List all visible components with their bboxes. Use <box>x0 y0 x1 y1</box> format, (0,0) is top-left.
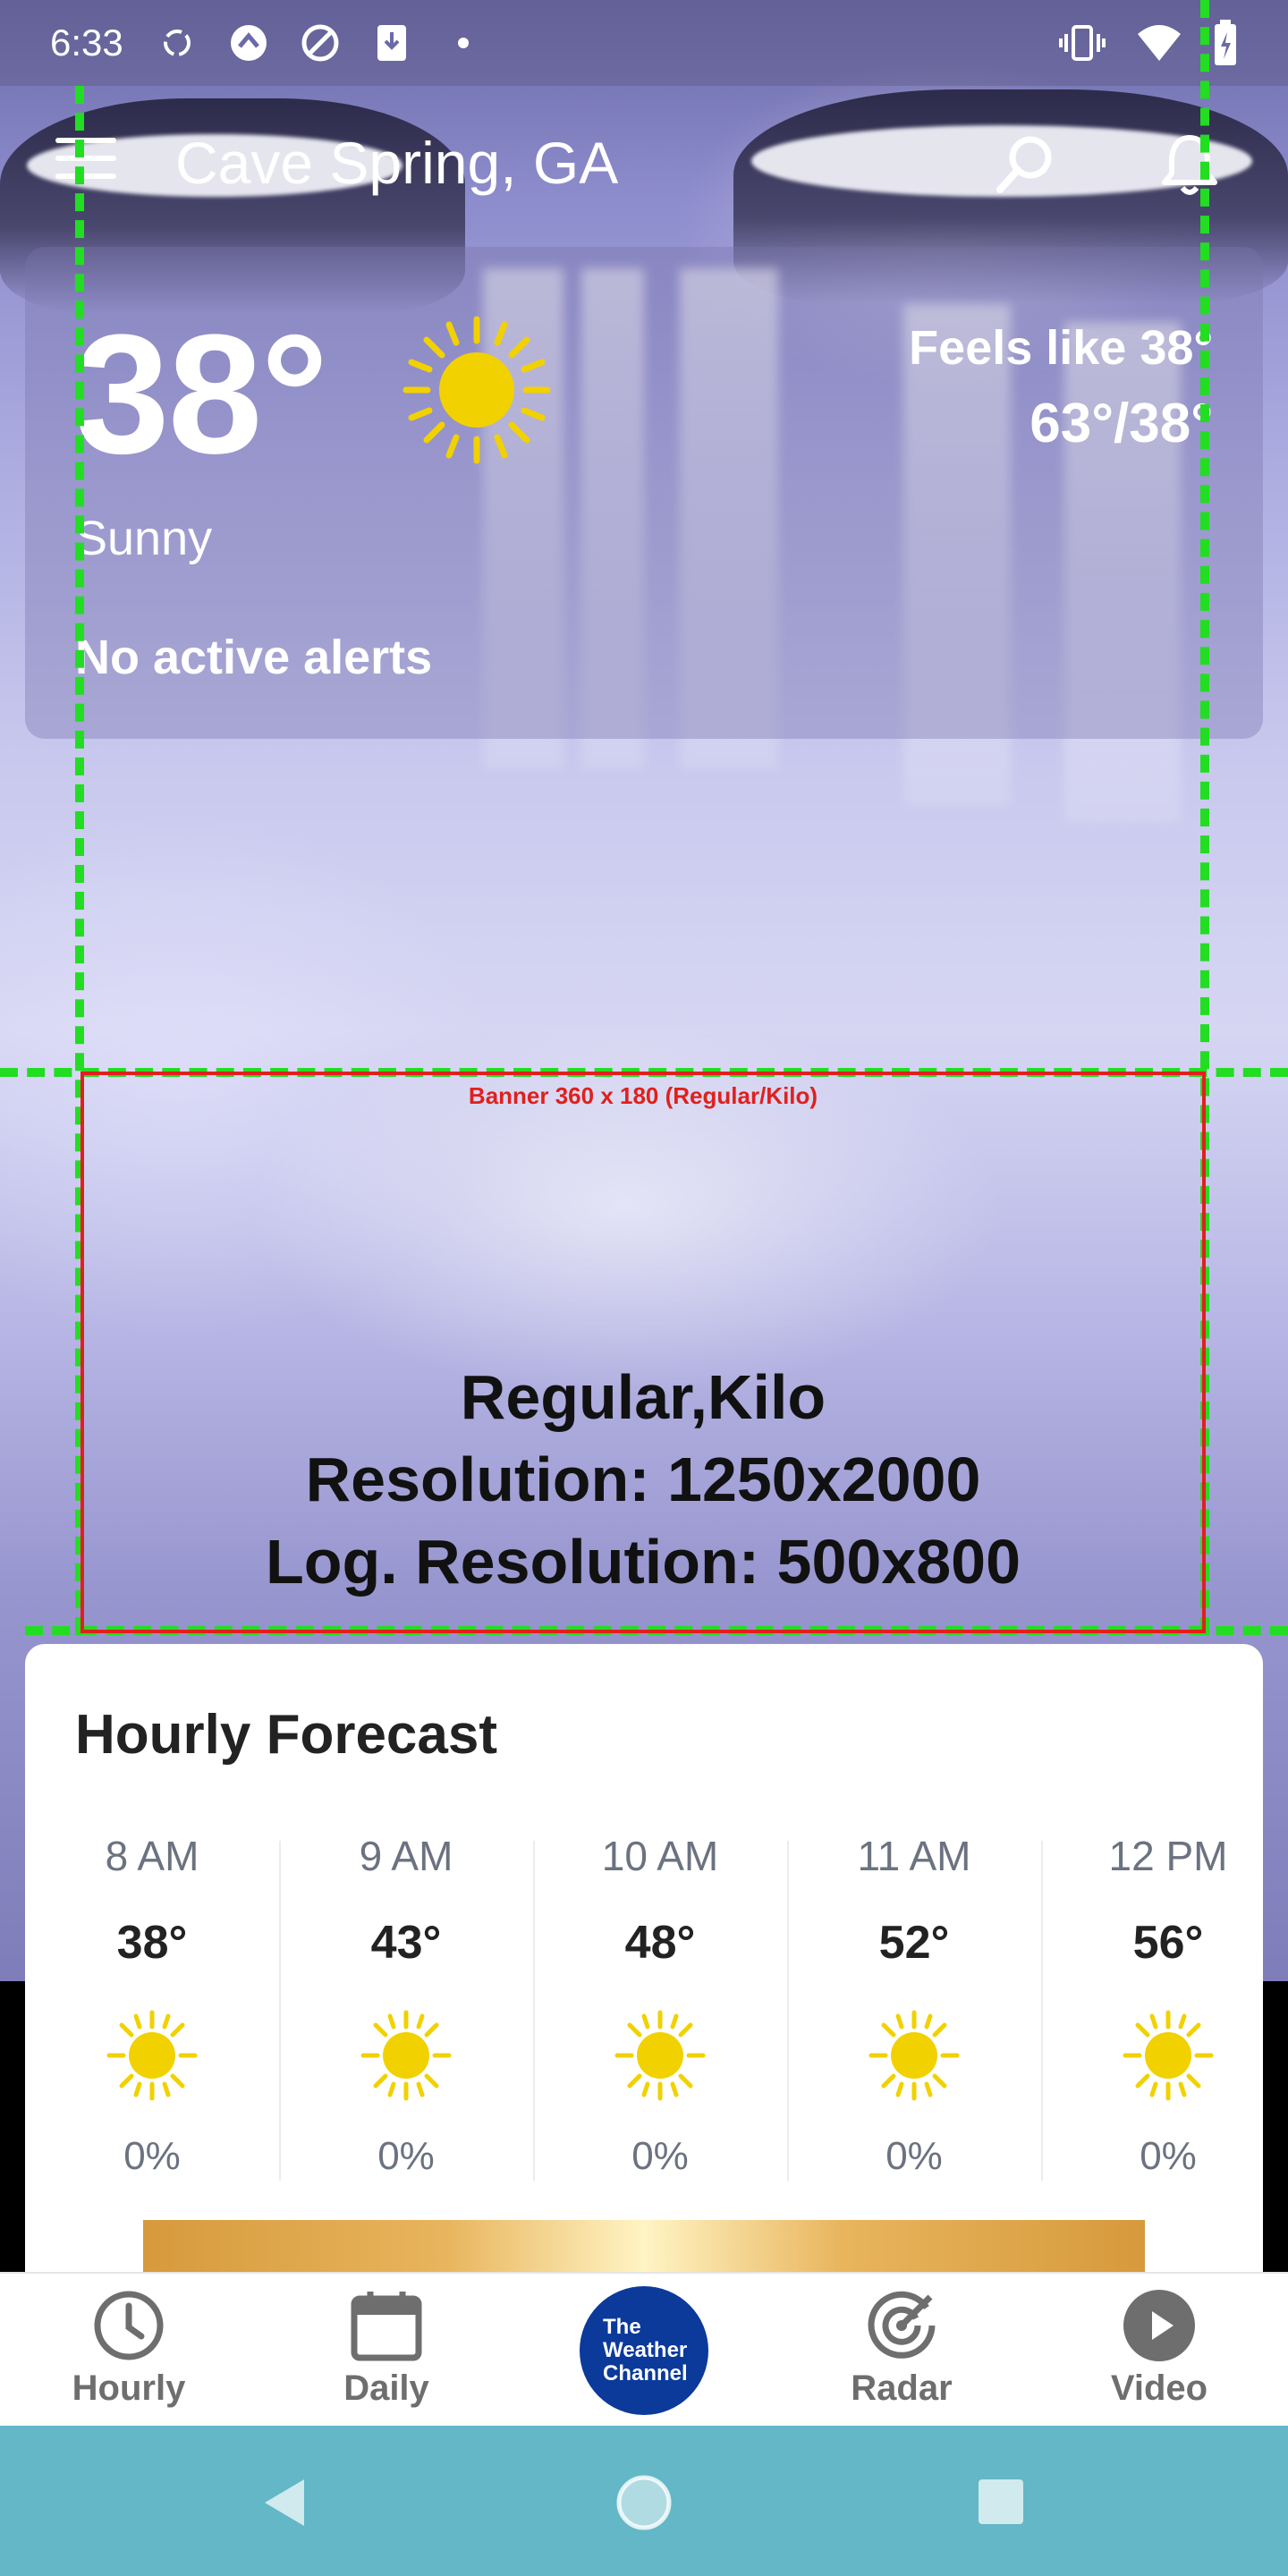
twc-logo-line: Channel <box>603 2361 688 2385</box>
banner-logical-resolution-text: Log. Resolution: 500x800 <box>265 1527 1021 1597</box>
nav-hourly[interactable]: Hourly <box>0 2274 258 2426</box>
hour-time: 10 AM <box>601 1833 719 1879</box>
app-bar: Cave Spring, GA <box>0 86 1288 247</box>
battery-icon <box>1213 20 1238 75</box>
hour-item[interactable]: 11 AM 52° 0% <box>787 1832 1041 2181</box>
nav-radar[interactable]: Radar <box>773 2274 1030 2426</box>
hour-time: 11 AM <box>857 1833 971 1879</box>
hour-precip: 0% <box>1140 2134 1197 2178</box>
condition-text: Sunny <box>75 512 213 565</box>
menu-icon[interactable] <box>55 138 116 188</box>
nav-twc-home[interactable]: The Weather Channel <box>515 2274 773 2426</box>
hour-time: 12 PM <box>1108 1833 1228 1879</box>
hour-temp: 52° <box>878 1917 950 1969</box>
ad-strip-partial[interactable] <box>143 2220 1145 2274</box>
search-icon[interactable] <box>991 131 1059 199</box>
banner-resolution-text: Resolution: 1250x2000 <box>305 1445 981 1514</box>
radar-icon <box>868 2291 936 2359</box>
hour-time: 9 AM <box>359 1833 453 1879</box>
hour-temp: 56° <box>1132 1917 1204 1969</box>
hour-item[interactable]: 8 AM 38° 0% <box>25 1832 279 2179</box>
sun-icon <box>869 2010 960 2101</box>
nav-video[interactable]: Video <box>1030 2274 1288 2426</box>
hour-time: 8 AM <box>105 1833 199 1879</box>
banner-size-label: Banner 360 x 180 (Regular/Kilo) <box>468 1082 818 1109</box>
app-notification-icon <box>229 23 268 63</box>
dot-icon <box>444 23 483 63</box>
current-conditions-card[interactable]: 38° Sunny No active alerts Feels like 38… <box>25 247 1263 739</box>
download-icon <box>372 23 411 63</box>
hour-temp: 38° <box>116 1917 188 1969</box>
bell-icon[interactable] <box>1156 131 1224 199</box>
nav-hourly-label: Hourly <box>72 2368 186 2408</box>
nav-daily-label: Daily <box>343 2368 429 2408</box>
hourly-forecast-title: Hourly Forecast <box>75 1704 498 1766</box>
nav-daily[interactable]: Daily <box>258 2274 515 2426</box>
banner-device-text: Regular,Kilo <box>460 1362 826 1432</box>
sun-icon <box>402 316 551 464</box>
twc-logo-line: The <box>603 2315 641 2339</box>
bottom-navigation: Hourly Daily The Weather Channel Radar V… <box>0 2272 1288 2426</box>
play-icon <box>1123 2290 1195 2361</box>
data-saver-icon <box>301 23 340 63</box>
wifi-icon <box>1136 23 1182 72</box>
hour-precip: 0% <box>631 2134 689 2178</box>
current-temperature: 38° <box>75 300 328 489</box>
alerts-text[interactable]: No active alerts <box>75 630 432 685</box>
sync-icon <box>157 23 197 63</box>
hour-temp: 48° <box>624 1917 696 1969</box>
hour-precip: 0% <box>886 2134 943 2178</box>
clock-icon <box>94 2291 164 2360</box>
hour-item[interactable]: 12 PM 56° 0% <box>1041 1832 1288 2181</box>
location-title[interactable]: Cave Spring, GA <box>175 129 618 197</box>
hour-item[interactable]: 10 AM 48° 0% <box>533 1832 787 2181</box>
status-time: 6:33 <box>50 21 123 64</box>
hour-precip: 0% <box>377 2134 435 2178</box>
nav-video-label: Video <box>1110 2368 1208 2408</box>
status-bar: 6:33 <box>0 0 1288 86</box>
ad-banner-placeholder: Banner 360 x 180 (Regular/Kilo) Regular,… <box>80 1072 1206 1633</box>
home-icon[interactable] <box>614 2472 674 2533</box>
hi-lo-text: 63°/38° <box>1030 393 1213 454</box>
sun-icon <box>106 2010 198 2101</box>
twc-logo-line: Weather <box>603 2338 688 2362</box>
vibrate-icon <box>1059 23 1106 72</box>
twc-logo: The Weather Channel <box>580 2286 708 2415</box>
sun-icon <box>1123 2010 1214 2101</box>
nav-radar-label: Radar <box>851 2368 953 2408</box>
recents-icon[interactable] <box>979 2479 1023 2524</box>
calendar-icon <box>351 2292 422 2361</box>
feels-like-text: Feels like 38° <box>909 321 1213 375</box>
sun-icon <box>360 2010 452 2101</box>
hour-precip: 0% <box>123 2134 181 2178</box>
sun-icon <box>614 2010 706 2101</box>
hourly-list: 8 AM 38° 0% 9 AM 43° 0% 10 AM 48° 0% 11 … <box>25 1832 1288 2181</box>
hour-temp: 43° <box>370 1917 442 1969</box>
hour-item[interactable]: 9 AM 43° 0% <box>279 1832 533 2181</box>
system-navigation-bar <box>0 2426 1288 2576</box>
back-icon[interactable] <box>259 2476 309 2529</box>
